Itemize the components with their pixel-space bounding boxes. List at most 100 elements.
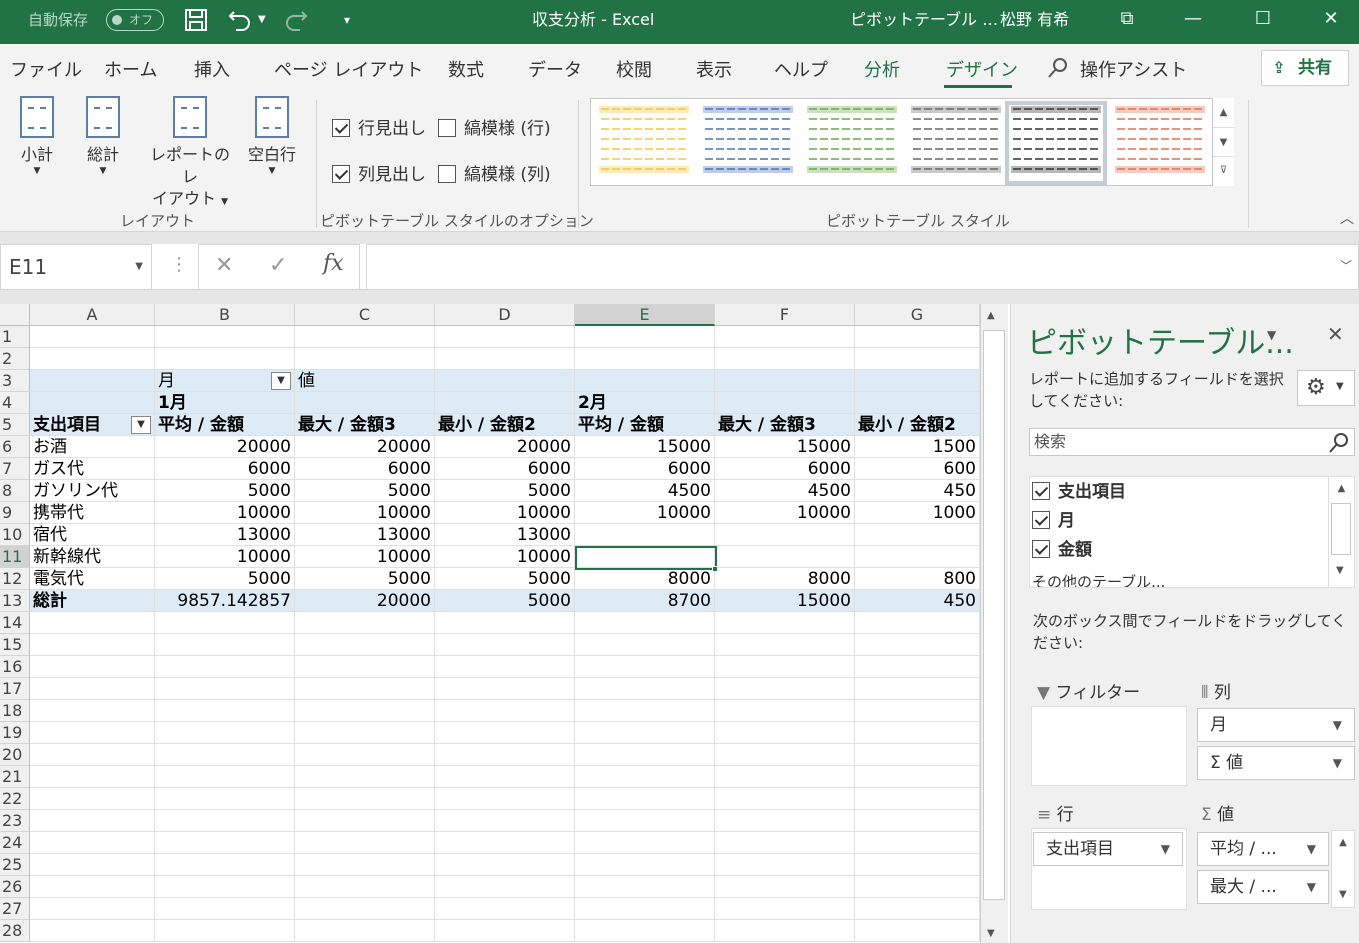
empty-cell[interactable] — [30, 634, 155, 656]
empty-cell[interactable] — [295, 920, 435, 942]
tab-review[interactable]: 校閲 — [616, 56, 652, 82]
empty-cell[interactable] — [295, 876, 435, 898]
pivot-value-header[interactable]: 最小 / 金額2 — [435, 414, 575, 436]
user-name[interactable]: 松野 有希 — [1000, 0, 1069, 44]
field-search-input[interactable]: 検索 — [1029, 428, 1355, 456]
column-header[interactable]: G — [855, 304, 980, 326]
empty-cell[interactable] — [715, 788, 855, 810]
empty-cell[interactable] — [715, 810, 855, 832]
row-header[interactable]: 17 — [0, 678, 30, 700]
undo-dropdown-icon[interactable]: ▼ — [258, 0, 266, 44]
row-header[interactable]: 2 — [0, 348, 30, 370]
value-cell[interactable]: 10000 — [295, 546, 435, 568]
empty-cell[interactable] — [715, 920, 855, 942]
empty-cell[interactable] — [155, 700, 295, 722]
empty-cell[interactable] — [435, 810, 575, 832]
empty-cell[interactable] — [715, 348, 855, 370]
row-header[interactable]: 6 — [0, 436, 30, 458]
empty-cell[interactable] — [30, 722, 155, 744]
banded-cols-checkbox[interactable]: 縞模様 (列) — [438, 160, 551, 185]
filters-drop-area[interactable] — [1031, 706, 1187, 786]
empty-cell[interactable] — [855, 810, 980, 832]
value-cell[interactable]: 15000 — [715, 590, 855, 612]
empty-cell[interactable] — [575, 722, 715, 744]
row-header[interactable]: 26 — [0, 876, 30, 898]
row-label-cell[interactable]: ガソリン代 — [30, 480, 155, 502]
row-label-cell[interactable]: 宿代 — [30, 524, 155, 546]
grandtotal-button[interactable]: 総計 ▼ — [80, 96, 126, 176]
value-cell[interactable]: 20000 — [295, 590, 435, 612]
row-label-cell[interactable]: 総計 — [30, 590, 155, 612]
pivot-values-label[interactable]: 値 — [295, 370, 435, 392]
empty-cell[interactable] — [855, 832, 980, 854]
row-label-cell[interactable]: 新幹線代 — [30, 546, 155, 568]
empty-cell[interactable] — [715, 766, 855, 788]
empty-cell[interactable] — [295, 634, 435, 656]
empty-cell[interactable] — [295, 700, 435, 722]
empty-cell[interactable] — [855, 326, 980, 348]
empty-cell[interactable] — [435, 634, 575, 656]
empty-cell[interactable] — [295, 656, 435, 678]
empty-cell[interactable] — [575, 898, 715, 920]
maximize-button[interactable]: ☐ — [1240, 0, 1286, 40]
pivot-style-swatch[interactable] — [909, 105, 1003, 181]
empty-cell[interactable] — [155, 898, 295, 920]
tab-insert[interactable]: 挿入 — [194, 56, 230, 82]
value-cell[interactable]: 5000 — [435, 480, 575, 502]
banded-rows-checkbox[interactable]: 縞模様 (行) — [438, 114, 551, 139]
empty-cell[interactable] — [155, 634, 295, 656]
empty-cell[interactable] — [295, 678, 435, 700]
cancel-icon[interactable]: ✕ — [215, 253, 233, 278]
column-chip[interactable]: Σ 値 ▼ — [1197, 746, 1355, 780]
empty-cell[interactable] — [715, 898, 855, 920]
empty-cell[interactable] — [155, 326, 295, 348]
scroll-up-icon[interactable]: ▲ — [1329, 477, 1354, 494]
pivot-header-cell[interactable] — [575, 370, 715, 392]
empty-cell[interactable] — [435, 700, 575, 722]
value-cell[interactable] — [715, 546, 855, 568]
empty-cell[interactable] — [155, 656, 295, 678]
pivot-month-label[interactable]: 1月 — [155, 392, 295, 414]
pivot-row-field-label[interactable]: 支出項目 ▼ — [30, 414, 155, 436]
empty-cell[interactable] — [155, 832, 295, 854]
empty-cell[interactable] — [295, 326, 435, 348]
row-header[interactable]: 19 — [0, 722, 30, 744]
pivot-style-swatch[interactable] — [701, 105, 795, 181]
empty-cell[interactable] — [575, 634, 715, 656]
empty-cell[interactable] — [295, 348, 435, 370]
tab-analyze[interactable]: 分析 — [864, 56, 900, 82]
empty-cell[interactable] — [575, 326, 715, 348]
pivot-month-label[interactable] — [715, 392, 855, 414]
scroll-thumb[interactable] — [1331, 503, 1351, 555]
empty-cell[interactable] — [30, 612, 155, 634]
value-cell[interactable]: 10000 — [435, 502, 575, 524]
empty-cell[interactable] — [435, 744, 575, 766]
value-chip[interactable]: 最大 / ... ▼ — [1197, 870, 1329, 904]
row-header[interactable]: 24 — [0, 832, 30, 854]
value-cell[interactable]: 10000 — [435, 546, 575, 568]
value-cell[interactable]: 450 — [855, 590, 980, 612]
select-all-corner[interactable] — [0, 304, 30, 326]
empty-cell[interactable] — [30, 810, 155, 832]
empty-cell[interactable] — [855, 920, 980, 942]
close-button[interactable]: ✕ — [1308, 0, 1354, 40]
pivot-month-label[interactable] — [855, 392, 980, 414]
row-header[interactable]: 22 — [0, 788, 30, 810]
gallery-scroll[interactable]: ▲ ▼ ⊽ — [1212, 98, 1234, 186]
empty-cell[interactable] — [855, 898, 980, 920]
ribbon-display-icon[interactable]: ⧉ — [1104, 0, 1150, 40]
value-cell[interactable]: 13000 — [155, 524, 295, 546]
empty-cell[interactable] — [435, 766, 575, 788]
empty-cell[interactable] — [715, 656, 855, 678]
value-cell[interactable]: 6000 — [295, 458, 435, 480]
value-cell[interactable]: 15000 — [715, 436, 855, 458]
empty-cell[interactable] — [295, 744, 435, 766]
save-icon[interactable] — [182, 6, 210, 34]
value-cell[interactable]: 5000 — [295, 568, 435, 590]
empty-cell[interactable] — [575, 348, 715, 370]
empty-cell[interactable] — [435, 722, 575, 744]
pivot-value-header[interactable]: 最大 / 金額3 — [715, 414, 855, 436]
empty-cell[interactable] — [155, 612, 295, 634]
row-header[interactable]: 11 — [0, 546, 30, 568]
name-box[interactable]: E11 ▼ — [0, 244, 152, 290]
